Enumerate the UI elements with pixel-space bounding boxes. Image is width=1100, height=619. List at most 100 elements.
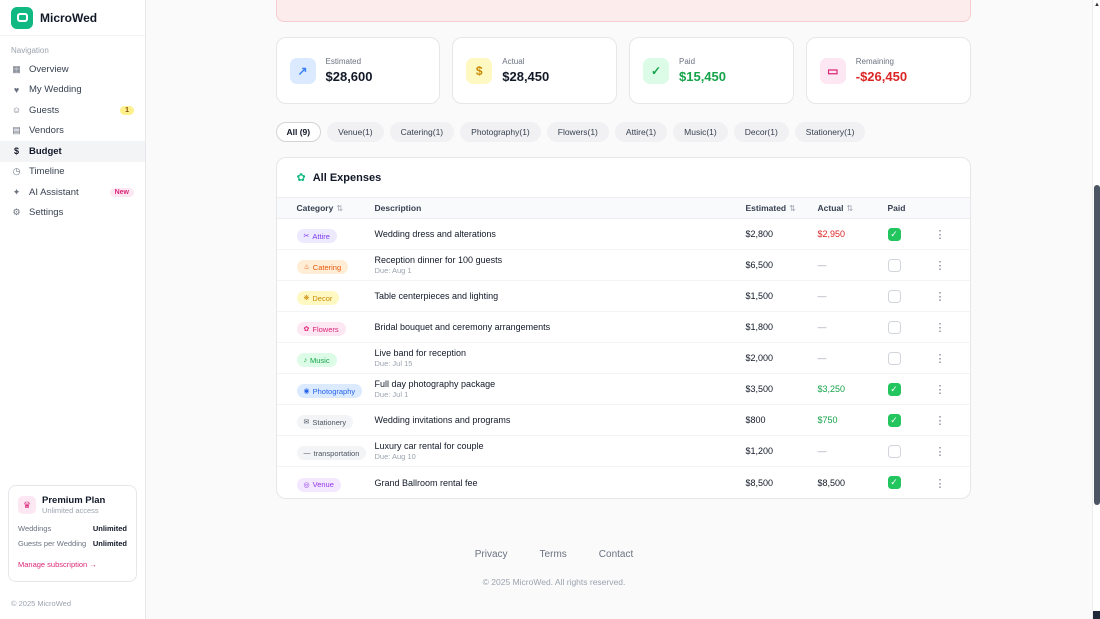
- sidebar-item-label: Budget: [29, 145, 62, 157]
- sidebar-item-label: Vendors: [29, 125, 64, 137]
- sidebar-item-settings[interactable]: ⚙ Settings: [0, 203, 145, 224]
- paid-checkbox[interactable]: [887, 258, 901, 272]
- catering-icon: ♨: [303, 264, 310, 271]
- plan-row: Weddings Unlimited: [18, 524, 127, 533]
- sidebar-item-overview[interactable]: ▦ Overview: [0, 59, 145, 80]
- attire-icon: ✂: [303, 233, 310, 240]
- clock-icon: ◷: [12, 166, 21, 177]
- heart-icon: ♥: [13, 84, 20, 95]
- sidebar-item-guests[interactable]: ☺ Guests 1: [0, 100, 145, 121]
- filter-decor-1[interactable]: Decor(1): [733, 122, 789, 142]
- flowers-icon: ✿: [303, 326, 310, 333]
- estimated-value: $6,500: [745, 260, 774, 270]
- plan-row-value: Unlimited: [92, 524, 127, 533]
- main-content: ↗ Estimated $28,600 $ Actual $28,450 ✓ Paid $15,…: [146, 0, 1100, 619]
- row-menu-icon[interactable]: ⋮: [931, 260, 950, 272]
- sidebar-copyright: © 2025 MicroWed: [11, 599, 71, 608]
- expense-due-date: Due: Aug 10: [374, 452, 416, 461]
- expenses-card: ✿ All Expenses Category ⇅ Description Esti…: [275, 157, 971, 499]
- paid-checkbox[interactable]: [887, 320, 901, 334]
- music-icon: ♪: [303, 356, 308, 364]
- filter-stationery-1[interactable]: Stationery(1): [794, 122, 866, 142]
- row-menu-icon[interactable]: ⋮: [931, 446, 950, 458]
- expense-description: Reception dinner for 100 guests: [374, 255, 503, 265]
- estimated-value: $1,200: [745, 446, 774, 456]
- row-menu-icon[interactable]: ⋮: [931, 415, 950, 427]
- category-badge: ♪ Music: [296, 353, 337, 368]
- row-menu-icon[interactable]: ⋮: [931, 229, 950, 241]
- estimated-value: $2,000: [745, 353, 774, 363]
- paid-checkbox[interactable]: ✓: [887, 476, 901, 489]
- sidebar-item-my-wedding[interactable]: ♥ My Wedding: [0, 80, 145, 101]
- paid-checkbox[interactable]: ✓: [887, 382, 901, 396]
- dollar-icon: $: [466, 57, 493, 84]
- stat-value: $15,450: [679, 69, 726, 84]
- sidebar-item-label: Timeline: [29, 166, 65, 178]
- wallet-icon: ▭: [819, 57, 846, 84]
- sidebar-item-budget[interactable]: $ Budget: [0, 141, 145, 162]
- stat-card-estimated: ↗ Estimated $28,600: [275, 37, 441, 104]
- row-menu-icon[interactable]: ⋮: [931, 384, 950, 396]
- row-menu-icon[interactable]: ⋮: [931, 322, 950, 334]
- category-badge: ❋ Decor: [296, 291, 340, 305]
- pin-icon: ◎: [303, 481, 310, 489]
- paid-checkbox[interactable]: ✓: [887, 413, 901, 427]
- scrollbar-corner: [1093, 611, 1100, 619]
- scrollbar[interactable]: ▲: [1092, 0, 1100, 619]
- filter-attire-1[interactable]: Attire(1): [614, 122, 668, 142]
- scroll-up-icon[interactable]: ▲: [1094, 2, 1100, 8]
- footer-link-terms[interactable]: Terms: [540, 549, 567, 560]
- estimated-value: $3,500: [745, 384, 774, 394]
- stat-label: Paid: [679, 57, 696, 66]
- sidebar-item-vendors[interactable]: ▤ Vendors: [0, 121, 145, 142]
- paid-checkbox[interactable]: [887, 289, 901, 303]
- envelope-icon: ✉: [303, 419, 310, 426]
- decor-icon: ❋: [303, 295, 310, 302]
- row-menu-icon[interactable]: ⋮: [931, 478, 950, 490]
- users-icon: ☺: [11, 105, 22, 116]
- footer-copyright: © 2025 MicroWed. All rights reserved.: [482, 577, 626, 587]
- filter-all-9[interactable]: All (9): [275, 122, 322, 142]
- paid-checkbox[interactable]: [887, 351, 901, 365]
- nav-section-label: Navigation: [11, 46, 49, 55]
- filter-venue-1[interactable]: Venue(1): [327, 122, 384, 142]
- column-header-category[interactable]: Category ⇅: [297, 203, 375, 213]
- estimated-value: $2,800: [745, 229, 774, 239]
- manage-subscription-link[interactable]: Manage subscription →: [18, 560, 97, 569]
- actual-value: $2,950: [817, 229, 846, 239]
- stat-value: -$26,450: [855, 69, 908, 84]
- sort-icon: ⇅: [846, 203, 854, 213]
- paid-checkbox[interactable]: [887, 444, 901, 458]
- actual-value: —: [817, 291, 827, 301]
- estimated-value: $1,500: [745, 291, 774, 301]
- sidebar-item-ai-assistant[interactable]: ✦ AI Assistant New: [0, 182, 145, 203]
- filter-tabs: All (9) Venue(1) Catering(1) Photography(1)…: [275, 122, 971, 142]
- actual-value: —: [817, 446, 827, 456]
- grid-icon: ▦: [12, 63, 21, 74]
- plan-row-label: Guests per Wedding: [18, 539, 87, 548]
- actual-value: $8,500: [817, 477, 846, 488]
- footer-link-privacy[interactable]: Privacy: [475, 549, 508, 560]
- category-badge: ✿ Flowers: [296, 322, 346, 336]
- sidebar-item-timeline[interactable]: ◷ Timeline: [0, 162, 145, 183]
- footer-link-contact[interactable]: Contact: [599, 549, 633, 560]
- car-icon: —: [303, 449, 311, 457]
- row-menu-icon[interactable]: ⋮: [931, 291, 950, 303]
- filter-photography-1[interactable]: Photography(1): [460, 122, 541, 142]
- expense-description: Live band for reception: [374, 348, 467, 358]
- actual-value: —: [817, 322, 827, 332]
- expense-due-date: Due: Jul 1: [374, 390, 409, 399]
- filter-catering-1[interactable]: Catering(1): [389, 122, 455, 142]
- scrollbar-thumb[interactable]: [1094, 185, 1100, 505]
- column-header-actual[interactable]: Actual ⇅: [818, 203, 888, 213]
- filter-flowers-1[interactable]: Flowers(1): [546, 122, 609, 142]
- column-header-estimated[interactable]: Estimated ⇅: [746, 203, 818, 213]
- column-header-paid: Paid: [887, 203, 906, 213]
- category-badge: ♨ Catering: [296, 260, 349, 274]
- paid-checkbox[interactable]: ✓: [887, 227, 901, 241]
- row-menu-icon[interactable]: ⋮: [931, 353, 950, 365]
- plan-subtitle: Unlimited access: [42, 506, 99, 515]
- actual-value: $3,250: [817, 384, 846, 394]
- category-badge: — transportation: [296, 446, 367, 461]
- filter-music-1[interactable]: Music(1): [673, 122, 728, 142]
